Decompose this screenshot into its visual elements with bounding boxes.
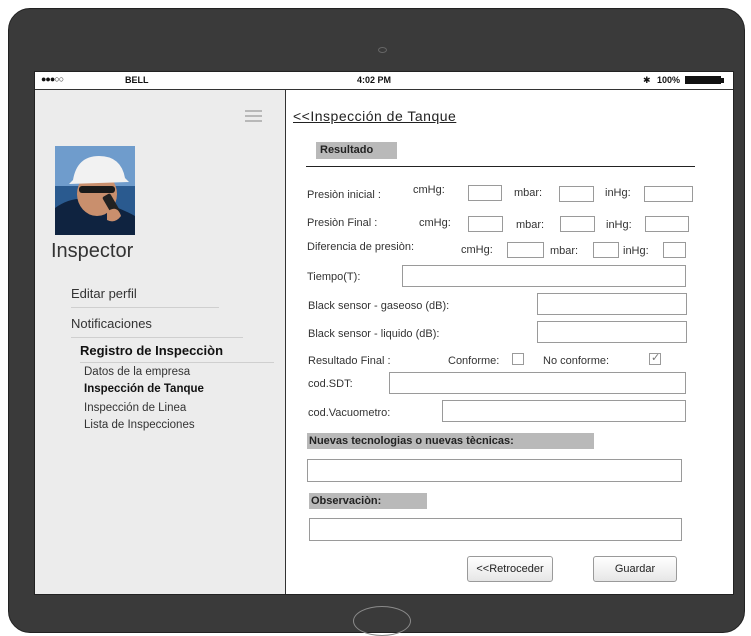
home-button[interactable]	[353, 606, 411, 636]
battery-percent: 100%	[657, 75, 681, 85]
line-inspection-link[interactable]: Inspección de Linea	[84, 402, 186, 414]
no-conforme-checkbox[interactable]: ✓	[649, 352, 661, 365]
sdt-code-label: cod.SDT:	[308, 378, 353, 390]
inspector-title: Inspector	[51, 240, 134, 262]
camera	[378, 47, 387, 53]
gas-sensor-label: Black sensor - gaseoso (dB):	[308, 300, 450, 312]
notifications-link[interactable]: Notificaciones	[71, 316, 243, 338]
vacuometer-code-input[interactable]	[442, 400, 686, 422]
sidebar: Inspector Editar perfil Notificaciones R…	[35, 90, 286, 594]
tablet-frame: ●●●○○ BELL 4:02 PM ✱ 100% Inspector Edit…	[8, 8, 745, 636]
final-result-label: Resultado Final :	[308, 355, 391, 367]
company-data-link[interactable]: Datos de la empresa	[84, 366, 190, 378]
pressure-difference-label: Diferencia de presiòn:	[307, 241, 415, 253]
signal-indicator: ●●●○○	[41, 74, 64, 84]
diff-cmhg-label: cmHg:	[461, 244, 493, 256]
tank-inspection-link[interactable]: Inspección de Tanque	[84, 383, 204, 395]
sdt-code-input[interactable]	[389, 372, 686, 394]
time-label: Tiempo(T):	[307, 271, 361, 283]
final-mbar-input[interactable]	[560, 216, 595, 232]
initial-cmhg-label: cmHg:	[413, 184, 445, 196]
status-bar: ●●●○○ BELL 4:02 PM ✱ 100%	[35, 72, 733, 90]
conforme-checkbox[interactable]	[512, 353, 524, 365]
no-conforme-label: No conforme:	[543, 355, 610, 367]
initial-cmhg-input[interactable]	[468, 185, 502, 201]
divider	[306, 166, 695, 167]
final-pressure-label: Presiòn Final :	[307, 217, 378, 229]
final-inhg-label: inHg:	[606, 219, 632, 231]
hamburger-menu-icon[interactable]	[245, 110, 262, 122]
time-input[interactable]	[402, 265, 686, 287]
diff-inhg-input[interactable]	[663, 242, 686, 258]
new-technologies-input[interactable]	[307, 459, 682, 482]
vacuometer-code-label: cod.Vacuometro:	[308, 407, 391, 419]
observation-input[interactable]	[309, 518, 682, 541]
liquid-sensor-input[interactable]	[537, 321, 687, 343]
diff-mbar-input[interactable]	[593, 242, 619, 258]
main-panel: <<Inspección de Tanque Resultado Presiòn…	[287, 90, 733, 594]
result-tab[interactable]: Resultado	[316, 142, 397, 159]
liquid-sensor-label: Black sensor - liquido (dB):	[308, 328, 440, 340]
inspection-list-link[interactable]: Lista de Inspecciones	[84, 419, 195, 431]
final-cmhg-label: cmHg:	[419, 217, 451, 229]
save-button[interactable]: Guardar	[593, 556, 677, 582]
carrier-name: BELL	[125, 75, 149, 85]
checkmark-icon: ✓	[651, 352, 661, 364]
initial-mbar-input[interactable]	[559, 186, 594, 202]
observation-label: Observaciòn:	[309, 493, 427, 509]
initial-inhg-input[interactable]	[644, 186, 693, 202]
inspection-registry-heading[interactable]: Registro de Inspecciòn	[80, 343, 274, 363]
final-mbar-label: mbar:	[516, 219, 545, 231]
gas-sensor-input[interactable]	[537, 293, 687, 315]
initial-mbar-label: mbar:	[514, 187, 543, 199]
diff-cmhg-input[interactable]	[507, 242, 544, 258]
initial-inhg-label: inHg:	[605, 187, 631, 199]
conforme-label: Conforme:	[448, 355, 500, 367]
bluetooth-icon: ✱	[643, 75, 651, 85]
new-technologies-label: Nuevas tecnologias o nuevas tècnicas:	[307, 433, 594, 449]
final-inhg-input[interactable]	[645, 216, 689, 232]
back-button[interactable]: <<Retroceder	[467, 556, 553, 582]
avatar	[55, 146, 135, 235]
edit-profile-link[interactable]: Editar perfil	[71, 286, 219, 308]
final-cmhg-input[interactable]	[468, 216, 503, 232]
initial-pressure-label: Presiòn inicial :	[307, 189, 381, 201]
battery-fill	[686, 77, 720, 83]
battery-icon	[685, 76, 724, 84]
diff-inhg-label: inHg:	[623, 245, 649, 257]
diff-mbar-label: mbar:	[550, 245, 579, 257]
screen: ●●●○○ BELL 4:02 PM ✱ 100% Inspector Edit…	[34, 71, 734, 595]
back-title-link[interactable]: <<Inspección de Tanque	[293, 108, 456, 124]
clock: 4:02 PM	[357, 75, 392, 85]
